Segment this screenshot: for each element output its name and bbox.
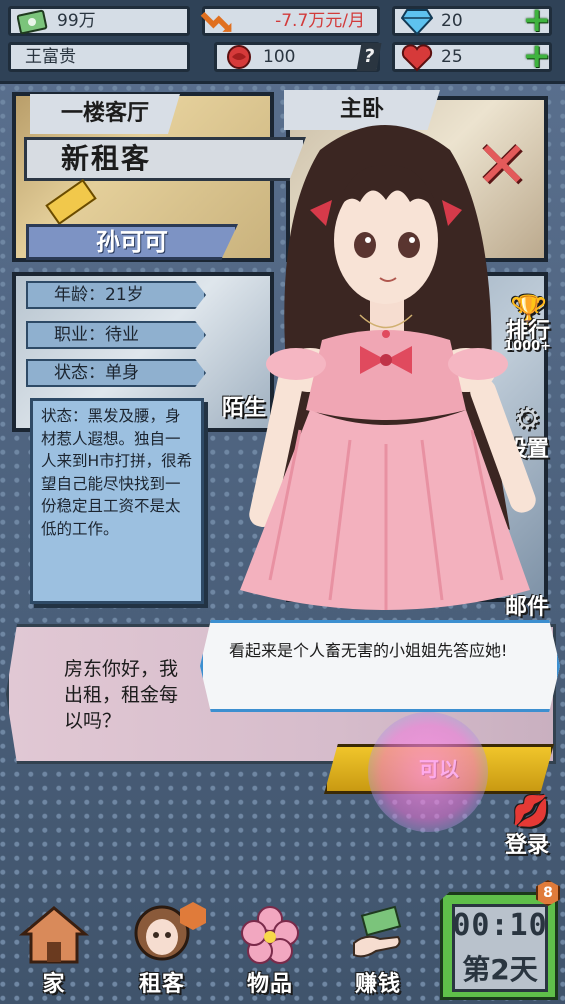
nav-earn-button[interactable]: 赚钱 xyxy=(334,900,422,1000)
tenant-job: 职业：待业 xyxy=(26,321,206,349)
nav-home-label: 家 xyxy=(42,972,66,997)
flower-stat: 100 ? xyxy=(214,41,382,75)
heart-stat: 25 + xyxy=(392,39,552,75)
add-gems-button[interactable]: + xyxy=(523,3,552,37)
money-hand-icon xyxy=(338,900,418,970)
nav-items-label: 物品 xyxy=(246,972,293,997)
tenant-dialog-text: 房东你好，我 出租，租金每 以吗？ xyxy=(64,658,179,732)
tenant-description: 状态：黑发及腰，身材惹人遐想。独自一人来到H市打拼，很希望自己能尽快找到一份稳定… xyxy=(30,398,204,604)
thought-bubble: 看起来是个人畜无害的小姐姐先答应她! xyxy=(200,620,560,712)
diamond-icon xyxy=(399,5,435,39)
thought-bubble-text: 看起来是个人畜无害的小姐姐先答应她! xyxy=(229,641,508,660)
tab-living-room[interactable]: 一楼客厅 xyxy=(30,94,180,134)
trend-down-icon xyxy=(199,5,235,39)
nav-tenant-label: 租客 xyxy=(138,972,185,997)
expense-stat: -7.7万元/月 xyxy=(199,5,380,39)
clock-day: 第2天 xyxy=(462,953,538,986)
gem-stat: 20 + xyxy=(392,3,552,39)
tenant-age: 年龄：21岁 xyxy=(26,281,206,309)
flower-icon xyxy=(230,900,310,970)
player-name: 王富贵 xyxy=(25,47,76,67)
heart-value: 25 xyxy=(441,47,463,67)
tenant-status: 状态：单身 xyxy=(26,359,206,387)
house-icon xyxy=(14,900,94,970)
flower-value: 100 xyxy=(263,47,296,67)
login-button[interactable]: 💋 登录 xyxy=(496,794,558,868)
expense-value: -7.7万元/月 xyxy=(275,11,365,31)
gem-value: 20 xyxy=(441,11,463,31)
heart-icon xyxy=(399,41,435,75)
nav-earn-label: 赚钱 xyxy=(354,972,401,997)
help-button[interactable]: ? xyxy=(356,43,382,71)
player-name-stat: 王富贵 xyxy=(8,42,190,72)
nav-items-button[interactable]: 物品 xyxy=(226,900,314,1000)
nav-tenant-button[interactable]: 租客 xyxy=(118,900,206,1000)
status-bar: 99万 -7.7万元/月 20 + 王富贵 100 ? 25 + xyxy=(0,0,565,84)
nav-home-button[interactable]: 家 xyxy=(10,900,98,1000)
clock-time: 00:10 xyxy=(452,908,548,943)
money-stat: 99万 xyxy=(8,6,190,36)
add-hearts-button[interactable]: + xyxy=(523,39,552,73)
tenant-name: 孙可可 xyxy=(26,224,238,260)
tenant-character-portrait xyxy=(210,110,560,630)
money-value: 99万 xyxy=(57,11,96,31)
money-icon xyxy=(15,5,51,39)
accept-button[interactable]: 可以 xyxy=(324,744,554,794)
rose-icon xyxy=(221,41,257,75)
